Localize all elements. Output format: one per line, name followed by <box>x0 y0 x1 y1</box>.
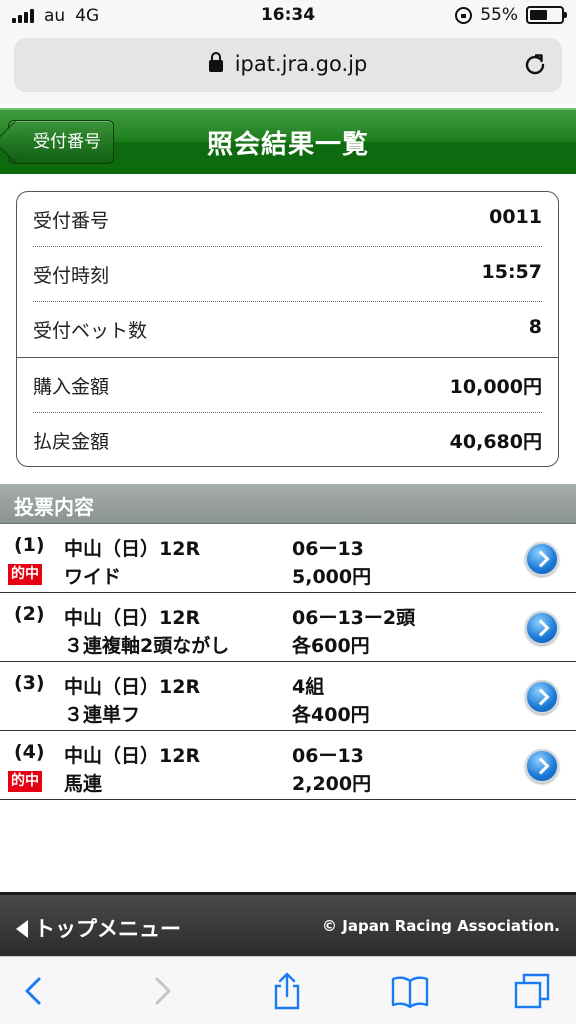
bookmarks-icon[interactable] <box>390 971 430 1011</box>
ticket-row[interactable]: (3) 中山（日）12R ３連単フ 4組 各400円 <box>0 662 576 731</box>
ticket-combination: 06ー13 <box>292 538 364 560</box>
ticket-combination: 4組 <box>292 676 325 698</box>
back-icon[interactable] <box>14 971 54 1011</box>
padlock-icon <box>208 52 223 72</box>
summary-value: 0011 <box>489 206 542 228</box>
browser-address-area: ipat.jra.go.jp <box>0 34 576 104</box>
ticket-number: (3) <box>14 672 45 694</box>
page-title: 照会結果一覧 <box>206 130 369 160</box>
ticket-race: 中山（日）12R <box>64 538 201 560</box>
ticket-row[interactable]: (2) 中山（日）12R ３連複軸2頭ながし 06ー13ー2頭 各600円 <box>0 593 576 662</box>
summary-row-payout-amount: 払戻金額 40,680円 <box>33 413 542 466</box>
summary-value: 15:57 <box>481 261 542 283</box>
ticket-bet-type: 馬連 <box>64 773 103 795</box>
ticket-race: 中山（日）12R <box>64 676 201 698</box>
summary-row-bet-count: 受付ベット数 8 <box>33 302 542 357</box>
summary-label: 受付時刻 <box>33 265 110 287</box>
ticket-amount: 5,000円 <box>292 566 372 588</box>
reload-icon[interactable] <box>522 52 548 78</box>
summary-box: 受付番号 0011 受付時刻 15:57 受付ベット数 8 購入金額 10,00… <box>16 191 559 467</box>
copyright-text: © Japan Racing Association. <box>322 917 560 935</box>
ticket-combination: 06ー13 <box>292 745 364 767</box>
hit-badge: 的中 <box>8 771 42 792</box>
section-header-bet-contents: 投票内容 <box>0 484 576 524</box>
chevron-right-icon[interactable] <box>525 542 559 576</box>
browser-toolbar <box>0 956 576 1024</box>
ticket-number: (1) <box>14 534 45 556</box>
summary-value: 40,680円 <box>449 431 542 453</box>
ticket-bet-type: ３連複軸2頭ながし <box>64 635 230 657</box>
url-text: ipat.jra.go.jp <box>234 52 368 76</box>
ticket-row[interactable]: (1) 的中 中山（日）12R ワイド 06ー13 5,000円 <box>0 524 576 593</box>
summary-label: 購入金額 <box>33 376 110 398</box>
top-menu-link[interactable]: トップメニュー <box>16 913 181 943</box>
forward-icon <box>155 977 171 1005</box>
summary-row-receipt-time: 受付時刻 15:57 <box>33 247 542 302</box>
page-footer: トップメニュー © Japan Racing Association. <box>0 892 576 956</box>
summary-label: 受付ベット数 <box>33 320 148 342</box>
summary-label: 払戻金額 <box>33 431 110 453</box>
share-icon[interactable] <box>267 971 307 1011</box>
ticket-race: 中山（日）12R <box>64 607 201 629</box>
summary-row-purchase-amount: 購入金額 10,000円 <box>33 358 542 413</box>
ticket-amount: 各600円 <box>292 635 370 657</box>
chevron-right-icon[interactable] <box>525 749 559 783</box>
status-bar: au 4G 16:34 55% <box>0 0 576 34</box>
address-bar[interactable]: ipat.jra.go.jp <box>14 38 562 92</box>
ticket-amount: 2,200円 <box>292 773 372 795</box>
summary-row-receipt-no: 受付番号 0011 <box>33 192 542 247</box>
ticket-race: 中山（日）12R <box>64 745 201 767</box>
ticket-amount: 各400円 <box>292 704 370 726</box>
ticket-number: (2) <box>14 603 45 625</box>
tabs-icon[interactable] <box>512 971 552 1011</box>
ticket-bet-type: ３連単フ <box>64 704 141 726</box>
ticket-number: (4) <box>14 741 45 763</box>
battery-percent: 55% <box>480 5 518 25</box>
ticket-row[interactable]: (4) 的中 中山（日）12R 馬連 06ー13 2,200円 <box>0 731 576 800</box>
battery-icon <box>526 6 567 24</box>
summary-value: 10,000円 <box>449 376 542 398</box>
chevron-right-icon[interactable] <box>525 680 559 714</box>
page-header: 受付番号 照会結果一覧 <box>0 108 576 174</box>
chevron-right-icon[interactable] <box>525 611 559 645</box>
ticket-bet-type: ワイド <box>64 566 122 588</box>
orientation-lock-icon <box>455 6 473 24</box>
ticket-list: (1) 的中 中山（日）12R ワイド 06ー13 5,000円 (2) 中山（… <box>0 524 576 800</box>
summary-label: 受付番号 <box>33 210 110 232</box>
summary-value: 8 <box>528 316 542 338</box>
ticket-combination: 06ー13ー2頭 <box>292 607 416 629</box>
hit-badge: 的中 <box>8 564 42 585</box>
